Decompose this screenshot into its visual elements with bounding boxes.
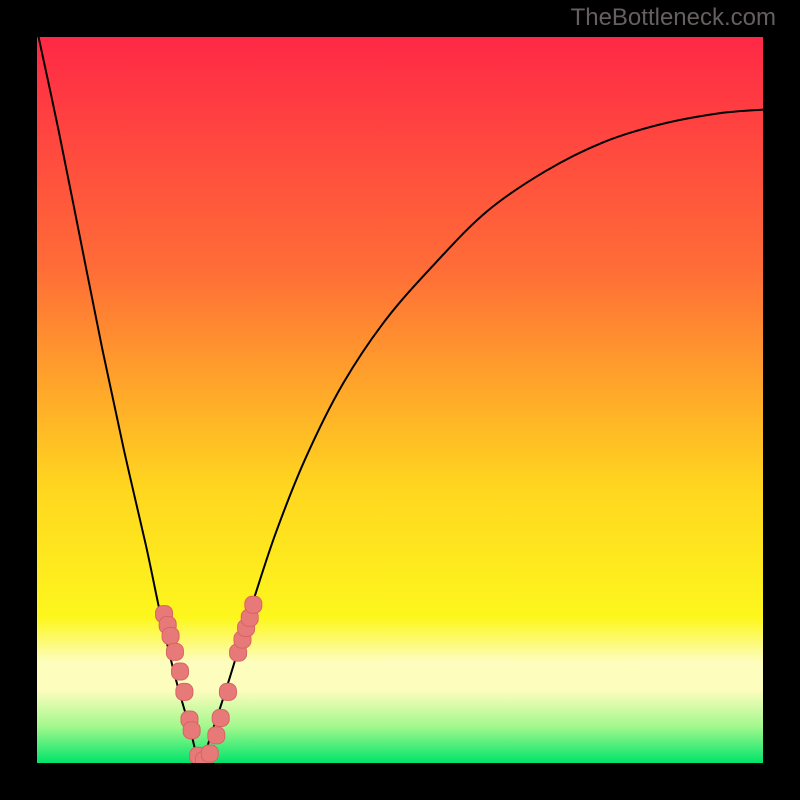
data-marker bbox=[212, 709, 229, 726]
data-marker bbox=[245, 596, 262, 613]
data-marker bbox=[172, 663, 189, 680]
data-marker bbox=[162, 627, 179, 644]
data-marker bbox=[176, 683, 193, 700]
plot-area bbox=[37, 37, 763, 763]
data-marker bbox=[208, 727, 225, 744]
data-marker bbox=[183, 722, 200, 739]
chart-background-gradient bbox=[37, 37, 763, 763]
watermark-text: TheBottleneck.com bbox=[571, 4, 776, 32]
data-marker bbox=[219, 683, 236, 700]
data-marker bbox=[166, 643, 183, 660]
chart-container: TheBottleneck.com bbox=[0, 0, 800, 800]
data-marker bbox=[201, 745, 218, 762]
chart-svg bbox=[37, 37, 763, 763]
